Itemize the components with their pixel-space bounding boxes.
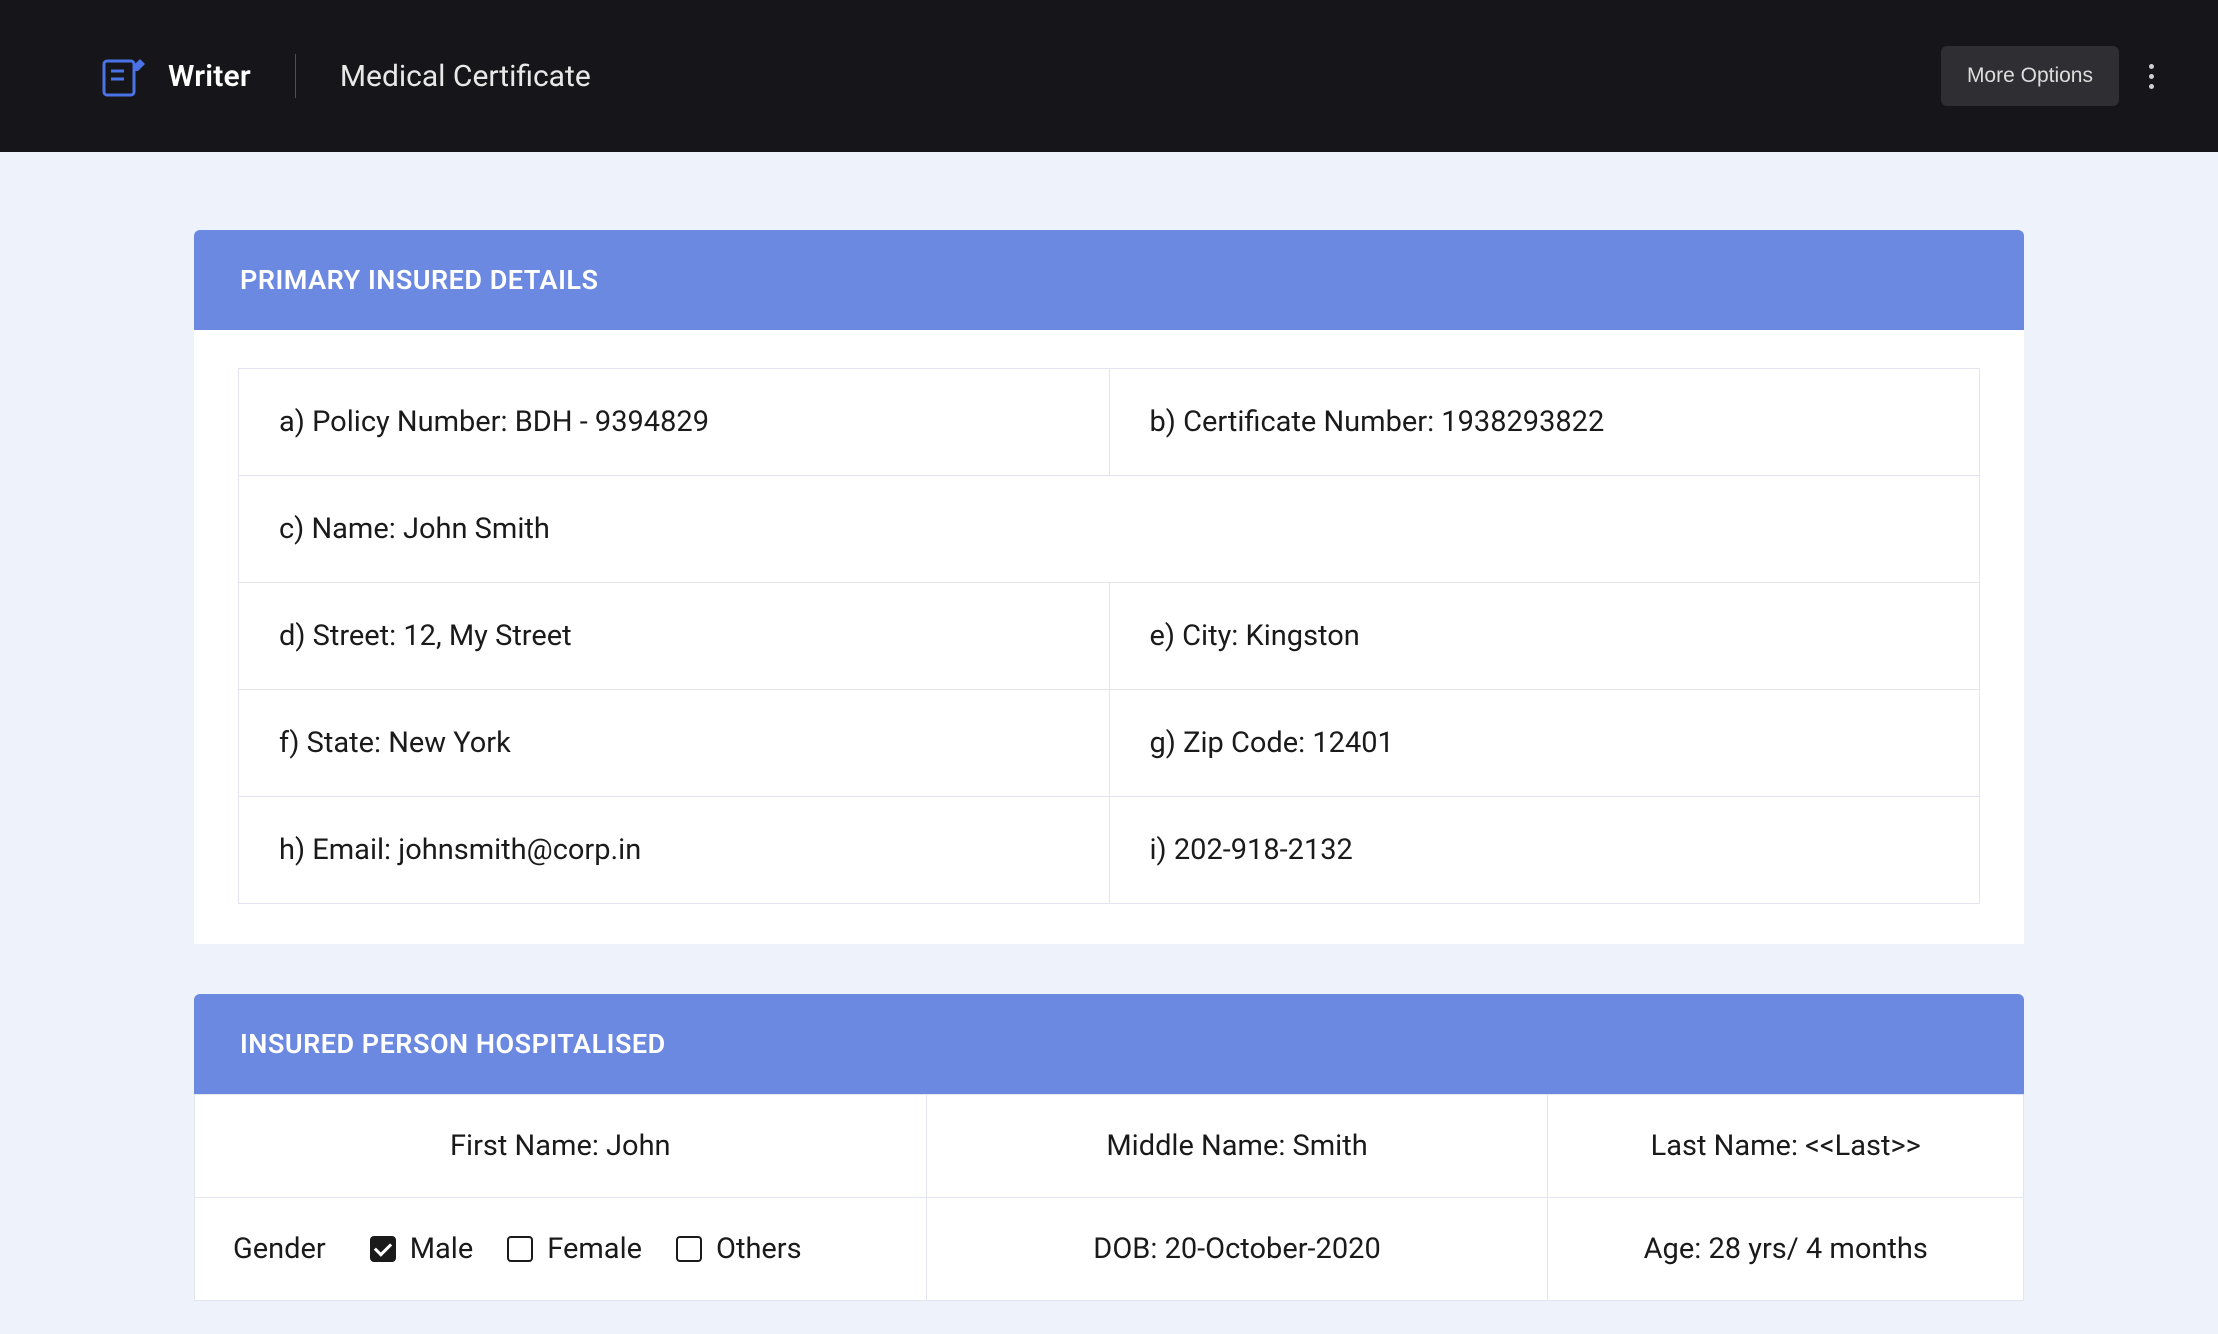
gender-cell-wrap: Gender Male Female Others	[195, 1198, 927, 1301]
street-cell: d) Street: 12, My Street	[239, 583, 1110, 690]
checkbox-unchecked-icon	[676, 1236, 702, 1262]
topbar: Writer Medical Certificate More Options	[0, 0, 2218, 152]
zip-cell: g) Zip Code: 12401	[1109, 690, 1980, 797]
document-page: PRIMARY INSURED DETAILS a) Policy Number…	[194, 230, 2024, 1301]
hospitalised-table: First Name: John Middle Name: Smith Last…	[194, 1094, 2024, 1301]
section2-title: INSURED PERSON HOSPITALISED	[240, 1028, 666, 1060]
last-name-cell: Last Name: <<Last>>	[1548, 1095, 2024, 1198]
section1-header: PRIMARY INSURED DETAILS	[194, 230, 2024, 330]
checkbox-unchecked-icon	[507, 1236, 533, 1262]
state-cell: f) State: New York	[239, 690, 1110, 797]
kebab-menu-icon[interactable]	[2135, 54, 2168, 99]
checkbox-checked-icon	[370, 1236, 396, 1262]
topbar-left: Writer Medical Certificate	[100, 53, 591, 99]
gender-male-label: Male	[410, 1232, 474, 1266]
certificate-number-cell: b) Certificate Number: 1938293822	[1109, 369, 1980, 476]
city-cell: e) City: Kingston	[1109, 583, 1980, 690]
topbar-right: More Options	[1941, 46, 2168, 106]
dob-cell: DOB: 20-October-2020	[926, 1198, 1548, 1301]
gender-label: Gender	[233, 1232, 326, 1266]
gender-male-checkbox[interactable]: Male	[370, 1232, 474, 1266]
middle-name-cell: Middle Name: Smith	[926, 1095, 1548, 1198]
section1-title: PRIMARY INSURED DETAILS	[240, 264, 598, 296]
section2-body: First Name: John Middle Name: Smith Last…	[194, 1094, 2024, 1301]
first-name-cell: First Name: John	[195, 1095, 927, 1198]
gender-female-label: Female	[547, 1232, 642, 1266]
gender-others-checkbox[interactable]: Others	[676, 1232, 802, 1266]
app-name: Writer	[168, 59, 251, 94]
more-options-button[interactable]: More Options	[1941, 46, 2119, 106]
phone-cell: i) 202-918-2132	[1109, 797, 1980, 904]
document-title: Medical Certificate	[340, 59, 591, 94]
gender-others-label: Others	[716, 1232, 802, 1266]
policy-number-cell: a) Policy Number: BDH - 9394829	[239, 369, 1110, 476]
writer-logo-icon	[100, 53, 146, 99]
name-cell: c) Name: John Smith	[239, 476, 1980, 583]
divider	[295, 54, 296, 98]
section1-body: a) Policy Number: BDH - 9394829 b) Certi…	[194, 330, 2024, 944]
email-cell: h) Email: johnsmith@corp.in	[239, 797, 1110, 904]
gender-female-checkbox[interactable]: Female	[507, 1232, 642, 1266]
logo-block: Writer	[100, 53, 251, 99]
primary-insured-table: a) Policy Number: BDH - 9394829 b) Certi…	[238, 368, 1980, 904]
section2-header: INSURED PERSON HOSPITALISED	[194, 994, 2024, 1094]
age-cell: Age: 28 yrs/ 4 months	[1548, 1198, 2024, 1301]
